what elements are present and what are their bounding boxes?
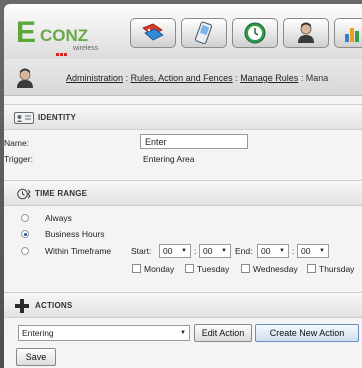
logo-tagline: wireless xyxy=(73,45,99,52)
save-button[interactable]: Save xyxy=(16,348,56,366)
user-button[interactable] xyxy=(283,18,329,48)
tags-button[interactable] xyxy=(130,18,176,48)
day-tuesday-label: Tuesday xyxy=(197,264,230,274)
tags-icon xyxy=(142,23,164,41)
breadcrumb-administration[interactable]: Administration xyxy=(66,73,123,83)
create-new-action-button[interactable]: Create New Action xyxy=(255,324,359,342)
chevron-down-icon: ▼ xyxy=(180,330,186,336)
app-frame: E CONZ wireless Administration: Rules, … xyxy=(0,0,362,368)
trigger-value: Entering Area xyxy=(143,154,195,164)
chart-icon xyxy=(344,28,359,42)
radio-business-hours[interactable] xyxy=(21,230,29,238)
option-within-timeframe-label: Within Timeframe xyxy=(45,246,112,256)
breadcrumb-rules-actions-fences[interactable]: Rules, Action and Fences xyxy=(131,73,233,83)
phone-button[interactable] xyxy=(181,18,227,48)
id-card-icon xyxy=(14,112,34,124)
checkbox-thursday[interactable] xyxy=(307,264,316,273)
phone-icon xyxy=(195,21,213,45)
chevron-down-icon: ▼ xyxy=(181,248,187,254)
user-icon xyxy=(298,22,314,43)
end-label: End: xyxy=(235,246,253,256)
time-colon: : xyxy=(292,246,295,256)
breadcrumb-bar: Administration : Rules, Action and Fence… xyxy=(4,59,362,96)
plus-icon xyxy=(15,299,29,313)
identity-title: IDENTITY xyxy=(38,113,77,122)
time-range-section-header: TIME RANGE xyxy=(4,180,362,206)
chevron-down-icon: ▼ xyxy=(221,248,227,254)
breadcrumb-current: Mana xyxy=(305,73,329,83)
clock-small-icon xyxy=(17,188,31,200)
option-always-label: Always xyxy=(45,213,72,223)
time-range-title: TIME RANGE xyxy=(35,189,88,198)
chevron-down-icon: ▼ xyxy=(319,248,325,254)
name-field[interactable]: Enter xyxy=(140,134,248,149)
day-thursday-label: Thursday xyxy=(319,264,355,274)
day-wednesday-label: Wednesday xyxy=(253,264,298,274)
checkbox-wednesday[interactable] xyxy=(241,264,250,273)
name-label: Name: xyxy=(4,138,30,148)
chevron-down-icon: ▼ xyxy=(279,248,285,254)
day-monday-label: Monday xyxy=(144,264,175,274)
start-label: Start: xyxy=(131,246,152,256)
breadcrumb-manage-rules[interactable]: Manage Rules xyxy=(240,73,298,83)
start-minute-select[interactable]: 00 ▼ xyxy=(199,244,231,258)
end-minute-select[interactable]: 00 ▼ xyxy=(297,244,329,258)
econz-logo: E CONZ wireless xyxy=(16,16,124,56)
user-avatar-icon xyxy=(17,68,33,88)
main-panel: Administration : Rules, Action and Fence… xyxy=(4,59,362,368)
checkbox-tuesday[interactable] xyxy=(185,264,194,273)
breadcrumb: Administration : Rules, Action and Fence… xyxy=(66,73,328,83)
radio-always[interactable] xyxy=(21,214,29,222)
logo-letter: E xyxy=(16,16,37,49)
radio-within-timeframe[interactable] xyxy=(21,247,29,255)
clock-icon xyxy=(244,22,266,44)
logo-dots xyxy=(56,48,70,56)
top-toolbar: E CONZ wireless xyxy=(4,4,362,59)
edit-action-button[interactable]: Edit Action xyxy=(194,324,252,342)
chart-button[interactable] xyxy=(334,18,362,48)
trigger-label: Trigger: xyxy=(4,154,33,164)
logo-name: CONZ xyxy=(40,26,89,45)
actions-title: ACTIONS xyxy=(35,301,73,310)
clock-button[interactable] xyxy=(232,18,278,48)
time-colon: : xyxy=(194,246,197,256)
end-hour-select[interactable]: 00 ▼ xyxy=(257,244,289,258)
actions-section-header: ACTIONS xyxy=(4,292,362,318)
action-select[interactable]: Entering ▼ xyxy=(18,325,190,341)
identity-section-header: IDENTITY xyxy=(4,104,362,130)
start-hour-select[interactable]: 00 ▼ xyxy=(159,244,191,258)
checkbox-monday[interactable] xyxy=(132,264,141,273)
option-business-hours-label: Business Hours xyxy=(45,229,105,239)
